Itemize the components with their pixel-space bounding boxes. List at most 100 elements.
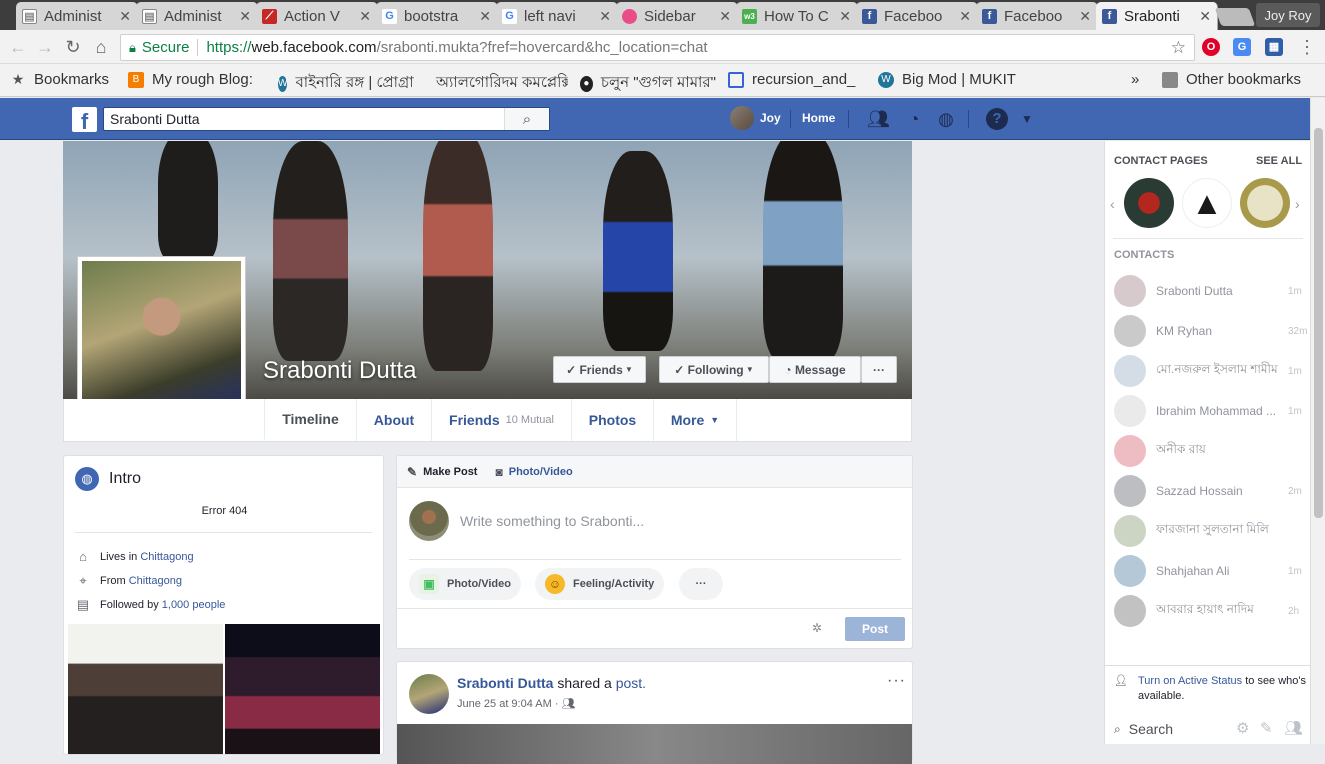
close-tab-icon[interactable]: ✕ — [839, 8, 851, 25]
extension-icon[interactable]: ▦ — [1265, 38, 1283, 56]
bookmarks-button[interactable]: ★ Bookmarks — [10, 71, 109, 88]
menu-kebab-icon[interactable]: ⋮ — [1296, 36, 1318, 58]
profile-name[interactable]: Srabonti Dutta — [263, 357, 416, 385]
following-button[interactable]: ✓ Following ▼ — [659, 356, 769, 383]
facebook-logo-icon[interactable]: f — [72, 107, 97, 134]
bookmark-item[interactable]: W Big Mod | MUKIT — [878, 71, 1018, 88]
notifications-globe-icon[interactable]: ◍ — [935, 108, 957, 130]
browser-tab[interactable]: Sidebar ✕ — [616, 2, 738, 30]
profile-link[interactable]: Joy — [760, 111, 781, 125]
reload-icon[interactable]: ↻ — [62, 36, 84, 58]
photo-video-button[interactable]: ▣ Photo/Video — [409, 568, 521, 600]
see-all-link[interactable]: SEE ALL — [1256, 155, 1302, 167]
close-tab-icon[interactable]: ✕ — [599, 8, 611, 25]
browser-tab[interactable]: Gbootstra ✕ — [376, 2, 498, 30]
tab-timeline[interactable]: Timeline — [264, 399, 356, 441]
bookmark-item[interactable]: অ্যালগোরিদম কমপ্লেক্সি — [428, 71, 568, 96]
post-author-link[interactable]: Srabonti Dutta — [457, 675, 553, 691]
facebook-search-input[interactable]: Srabonti Dutta ⌕ — [103, 107, 550, 131]
translate-extension-icon[interactable]: G — [1233, 38, 1251, 56]
friend-requests-icon[interactable]: 👥︎ — [867, 108, 890, 130]
post-timestamp[interactable]: June 25 at 9:04 AM · 👥︎ — [457, 697, 576, 710]
make-post-tab[interactable]: ✎ Make Post — [407, 465, 477, 479]
search-icon[interactable]: ⌕ — [504, 108, 549, 130]
settings-icon[interactable]: ✲ — [812, 621, 822, 635]
photo-video-tab[interactable]: ◙ Photo/Video — [495, 465, 572, 479]
lives-in-link[interactable]: Chittagong — [140, 551, 193, 563]
close-tab-icon[interactable]: ✕ — [1199, 8, 1211, 25]
new-tab-button[interactable] — [1214, 8, 1256, 26]
bookmark-item[interactable]: ● চলুন "গুগল মামার" — [580, 71, 716, 96]
tab-about[interactable]: About — [356, 399, 431, 441]
scrollbar[interactable] — [1310, 98, 1325, 744]
contact-page-avatar[interactable] — [1240, 178, 1290, 228]
bookmark-item[interactable]: recursion_and_ — [728, 71, 868, 88]
chevron-left-icon[interactable]: ‹ — [1110, 196, 1115, 212]
list-item[interactable]: আবরার হায়াৎ নাদিম 2h — [1105, 591, 1311, 631]
post-options-button[interactable]: ··· — [887, 672, 906, 690]
post-link[interactable]: post. — [616, 675, 646, 691]
message-button[interactable]: ◔ Message — [769, 356, 861, 383]
hometown-link[interactable]: Chittagong — [129, 575, 182, 587]
browser-tab[interactable]: ⟋ Action V ✕ — [256, 2, 378, 30]
close-tab-icon[interactable]: ✕ — [239, 8, 251, 25]
bookmarks-overflow-button[interactable]: » — [1131, 71, 1139, 88]
list-item[interactable]: ফারজানা সুলতানা মিলি — [1105, 511, 1311, 551]
post-button[interactable]: Post — [845, 617, 905, 641]
close-tab-icon[interactable]: ✕ — [719, 8, 731, 25]
bookmark-star-icon[interactable]: ☆ — [1171, 38, 1186, 58]
address-bar[interactable]: 🔒︎ Secure https://web.facebook.com/srabo… — [120, 34, 1195, 61]
close-tab-icon[interactable]: ✕ — [119, 8, 131, 25]
opera-extension-icon[interactable]: O — [1202, 38, 1220, 56]
close-tab-icon[interactable]: ✕ — [359, 8, 371, 25]
friends-button[interactable]: ✓ Friends ▼ — [553, 356, 646, 383]
close-tab-icon[interactable]: ✕ — [1079, 8, 1091, 25]
browser-tab[interactable]: ▤ Administ ✕ — [16, 2, 138, 30]
post-image[interactable] — [397, 724, 912, 764]
account-dropdown-icon[interactable]: ▼ — [1016, 108, 1038, 130]
browser-tab[interactable]: f Faceboo ✕ — [976, 2, 1098, 30]
bookmark-item[interactable]: W বাইনারি রঙ্গ | প্রোগ্রামি — [278, 71, 414, 96]
list-item[interactable]: মো.নজরুল ইসলাম শামীম 1m — [1105, 351, 1311, 391]
messenger-icon[interactable]: ◔ — [903, 108, 925, 130]
scrollbar-thumb[interactable] — [1314, 128, 1323, 518]
browser-tab-active[interactable]: f Srabonti ✕ — [1096, 2, 1218, 30]
list-item[interactable]: Ibrahim Mohammad ... 1m — [1105, 391, 1311, 431]
home-icon[interactable]: ⌂ — [90, 36, 112, 58]
new-group-icon[interactable]: 👥︎ — [1284, 719, 1303, 737]
more-options-button[interactable]: ··· — [861, 356, 897, 383]
intro-photo[interactable] — [225, 624, 380, 754]
chat-search-input[interactable]: ⌕ Search — [1114, 719, 1306, 739]
gear-icon[interactable]: ⚙ — [1236, 719, 1249, 737]
close-tab-icon[interactable]: ✕ — [959, 8, 971, 25]
bookmark-item[interactable]: B My rough Blog: — [128, 71, 260, 88]
turn-on-active-status-link[interactable]: Turn on Active Status — [1138, 675, 1242, 687]
close-tab-icon[interactable]: ✕ — [479, 8, 491, 25]
forward-arrow-icon[interactable]: → — [34, 36, 56, 58]
intro-photo[interactable] — [68, 624, 223, 754]
browser-tab[interactable]: w3 How To C ✕ — [736, 2, 858, 30]
contact-page-avatar[interactable] — [1124, 178, 1174, 228]
tab-photos[interactable]: Photos — [571, 399, 653, 441]
list-item[interactable]: Srabonti Dutta 1m — [1105, 271, 1311, 311]
list-item[interactable]: Shahjahan Ali 1m — [1105, 551, 1311, 591]
browser-tab[interactable]: f Faceboo ✕ — [856, 2, 978, 30]
list-item[interactable]: অনীক রায় — [1105, 431, 1311, 471]
home-link[interactable]: Home — [802, 111, 835, 125]
browser-profile-button[interactable]: Joy Roy — [1256, 3, 1320, 27]
tab-more[interactable]: More ▼ — [653, 399, 737, 441]
tab-friends[interactable]: Friends 10 Mutual — [431, 399, 571, 441]
list-item[interactable]: KM Ryhan 32m — [1105, 311, 1311, 351]
chevron-right-icon[interactable]: › — [1295, 196, 1300, 212]
browser-tab[interactable]: Gleft navi ✕ — [496, 2, 618, 30]
browser-tab[interactable]: ▤ Administ ✕ — [136, 2, 258, 30]
followers-link[interactable]: 1,000 people — [162, 599, 226, 611]
feeling-activity-button[interactable]: ☺ Feeling/Activity — [535, 568, 665, 600]
avatar[interactable] — [730, 106, 754, 130]
avatar[interactable] — [409, 674, 449, 714]
contact-page-avatar[interactable]: ▲ — [1182, 178, 1232, 228]
compose-icon[interactable]: ✎ — [1260, 719, 1273, 737]
composer-input[interactable]: Write something to Srabonti... — [460, 513, 644, 529]
back-arrow-icon[interactable]: ← — [7, 36, 29, 58]
more-composer-options-button[interactable]: ··· — [679, 568, 723, 600]
